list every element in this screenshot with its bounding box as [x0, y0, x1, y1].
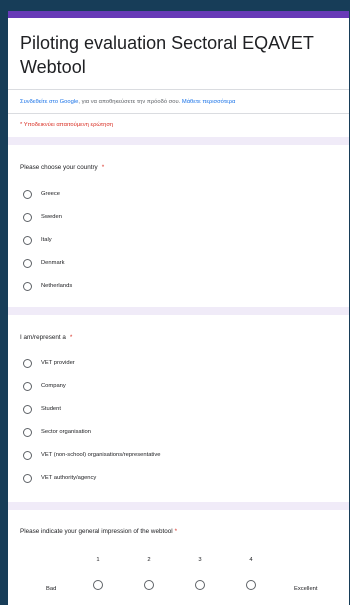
scale-number-2: 2: [147, 557, 151, 563]
radio-button[interactable]: [23, 381, 32, 391]
option-label: Netherlands: [41, 283, 73, 289]
scale-number-4: 4: [249, 557, 253, 563]
scale-radio-1[interactable]: [93, 580, 103, 590]
form-page: Piloting evaluation Sectoral EQAVET Webt…: [8, 11, 349, 605]
radio-button[interactable]: [23, 258, 32, 268]
radio-option-sector-organisation[interactable]: Sector organisation: [23, 427, 91, 437]
question-card-country: Please choose your country * Greece Swede…: [8, 145, 349, 307]
scale-number-3: 3: [198, 557, 202, 563]
radio-button[interactable]: [23, 358, 32, 368]
radio-option-vet-non-school[interactable]: VET (non-school) organisations/represent…: [23, 450, 160, 460]
radio-option-vet-authority[interactable]: VET authority/agency: [23, 473, 96, 483]
scale-radio-4[interactable]: [246, 580, 256, 590]
form-title: Piloting evaluation Sectoral EQAVET Webt…: [20, 33, 314, 77]
learn-more-link[interactable]: Μάθετε περισσότερα: [182, 99, 235, 105]
radio-option-student[interactable]: Student: [23, 404, 61, 414]
radio-option-greece[interactable]: Greece: [23, 189, 60, 199]
signin-text: , για να αποθηκεύσετε την πρόοδό σου.: [78, 99, 181, 105]
required-asterisk: *: [69, 334, 73, 341]
question-title-role: I am/represent a *: [20, 334, 72, 341]
radio-option-company[interactable]: Company: [23, 381, 66, 391]
option-label: Greece: [41, 191, 61, 197]
option-label: VET provider: [41, 360, 75, 366]
question-title-impression: Please indicate your general impression …: [20, 528, 177, 535]
signin-link[interactable]: Συνδεθείτε στο Google: [20, 99, 78, 105]
option-label: Sweden: [41, 214, 62, 220]
signin-notice: Συνδεθείτε στο Google, για να αποθηκεύσε…: [20, 99, 235, 105]
radio-button[interactable]: [23, 235, 32, 245]
scale-radio-3[interactable]: [195, 580, 205, 590]
radio-button[interactable]: [23, 189, 32, 199]
question-title-text: Please indicate your general impression …: [20, 528, 173, 535]
required-asterisk: *: [101, 164, 105, 171]
radio-button[interactable]: [23, 281, 32, 291]
radio-button[interactable]: [23, 473, 32, 483]
scale-number-1: 1: [96, 557, 100, 563]
option-label: Student: [41, 406, 61, 412]
question-title-text: I am/represent a: [20, 334, 66, 341]
radio-option-italy[interactable]: Italy: [23, 235, 52, 245]
question-card-impression: Please indicate your general impression …: [8, 510, 349, 605]
radio-option-vet-provider[interactable]: VET provider: [23, 358, 75, 368]
scale-high-label: Excellent: [294, 586, 318, 592]
option-label: Italy: [41, 237, 52, 243]
option-label: Denmark: [41, 260, 65, 266]
required-note: * Υποδεικνύει απαιτούμενη ερώτηση: [20, 122, 114, 128]
required-asterisk: *: [174, 528, 178, 535]
option-label: Company: [41, 383, 66, 389]
header-divider: [8, 89, 349, 90]
radio-option-sweden[interactable]: Sweden: [23, 212, 62, 222]
scale-radio-2[interactable]: [144, 580, 154, 590]
form-header-card: Piloting evaluation Sectoral EQAVET Webt…: [8, 18, 349, 137]
option-label: VET authority/agency: [41, 475, 97, 481]
radio-button[interactable]: [23, 450, 32, 460]
form-accent-bar: [8, 11, 349, 18]
radio-button[interactable]: [23, 404, 32, 414]
scale-low-label: Bad: [46, 586, 57, 592]
header-divider-2: [8, 113, 349, 114]
question-card-role: I am/represent a * VET provider Company S…: [8, 315, 349, 502]
question-title-country: Please choose your country *: [20, 164, 104, 171]
radio-option-netherlands[interactable]: Netherlands: [23, 281, 72, 291]
question-title-text: Please choose your country: [20, 164, 98, 171]
radio-option-denmark[interactable]: Denmark: [23, 258, 65, 268]
radio-button[interactable]: [23, 427, 32, 437]
radio-button[interactable]: [23, 212, 32, 222]
option-label: Sector organisation: [41, 429, 91, 435]
option-label: VET (non-school) organisations/represent…: [41, 452, 161, 458]
